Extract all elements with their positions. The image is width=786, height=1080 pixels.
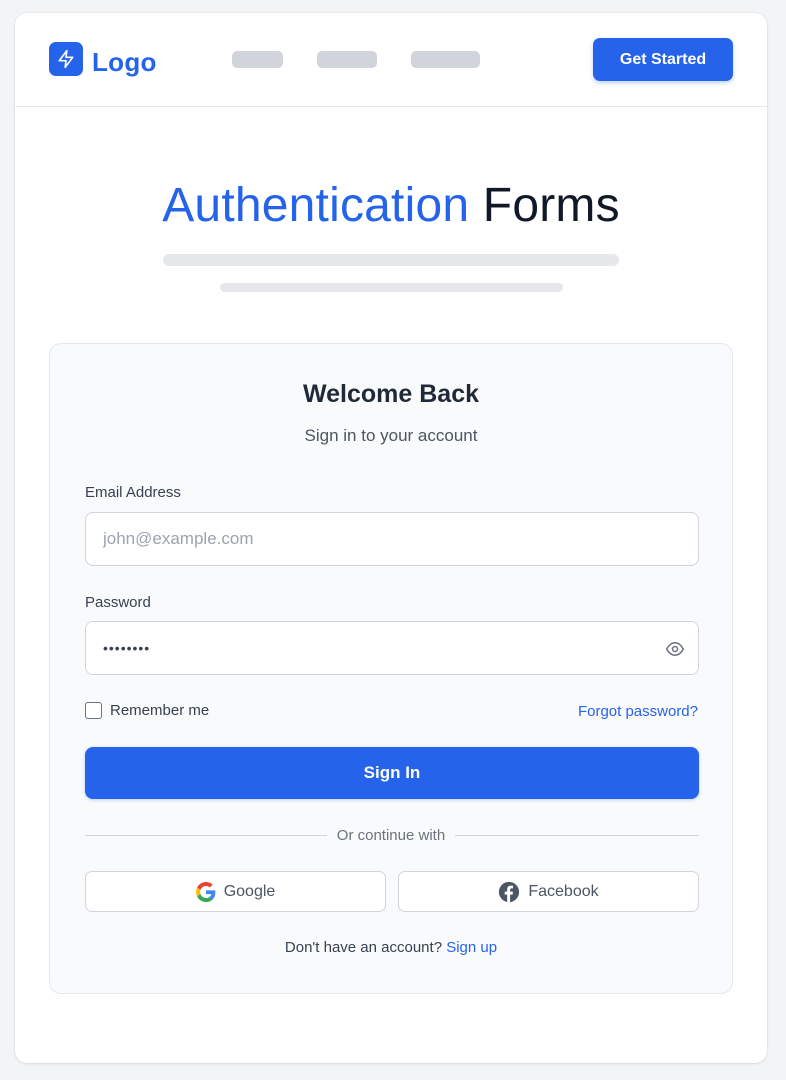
- divider-text: Or continue with: [336, 827, 446, 844]
- signup-prompt-text: Don't have an account?: [284, 939, 443, 956]
- hero-text-placeholder-1: [163, 254, 619, 266]
- remember-me[interactable]: Remember me: [85, 702, 209, 719]
- nav-link-placeholder-2[interactable]: [317, 51, 377, 68]
- google-label: Google: [223, 882, 276, 900]
- form-subtitle: Sign in to your account: [304, 426, 478, 445]
- google-icon: [195, 881, 216, 902]
- facebook-icon: [498, 881, 520, 903]
- login-form: Welcome Back Sign in to your account Ema…: [49, 343, 733, 994]
- page-title-highlight: Authentication: [162, 179, 470, 232]
- nav-link-placeholder-3[interactable]: [411, 51, 480, 68]
- page-title-rest: Forms: [482, 179, 620, 232]
- get-started-button[interactable]: Get Started: [593, 38, 733, 81]
- email-label: Email Address: [85, 484, 181, 501]
- signup-prompt: Don't have an account? Sign up: [50, 939, 732, 956]
- logo-text[interactable]: Logo: [92, 47, 157, 77]
- google-button[interactable]: Google: [85, 871, 386, 912]
- eye-icon[interactable]: [664, 638, 686, 660]
- sign-in-button[interactable]: Sign In: [85, 747, 699, 799]
- remember-me-label: Remember me: [110, 702, 210, 719]
- facebook-button[interactable]: Facebook: [398, 871, 699, 912]
- page-title: Authentication Forms: [15, 178, 767, 234]
- remember-me-checkbox[interactable]: [85, 702, 102, 719]
- logo-icon[interactable]: [49, 42, 83, 76]
- top-nav: Logo Get Started: [15, 13, 767, 107]
- nav-link-placeholder-1[interactable]: [232, 51, 283, 68]
- forgot-password-link[interactable]: Forgot password?: [578, 703, 698, 720]
- form-title: Welcome Back: [302, 380, 479, 408]
- password-label: Password: [85, 594, 151, 611]
- password-input[interactable]: [85, 621, 699, 675]
- hero-text-placeholder-2: [220, 283, 563, 292]
- sign-up-link[interactable]: Sign up: [446, 939, 497, 956]
- email-input[interactable]: [85, 512, 699, 566]
- page-card: Logo Get Started Authentication Forms We…: [15, 13, 767, 1063]
- facebook-label: Facebook: [528, 882, 599, 900]
